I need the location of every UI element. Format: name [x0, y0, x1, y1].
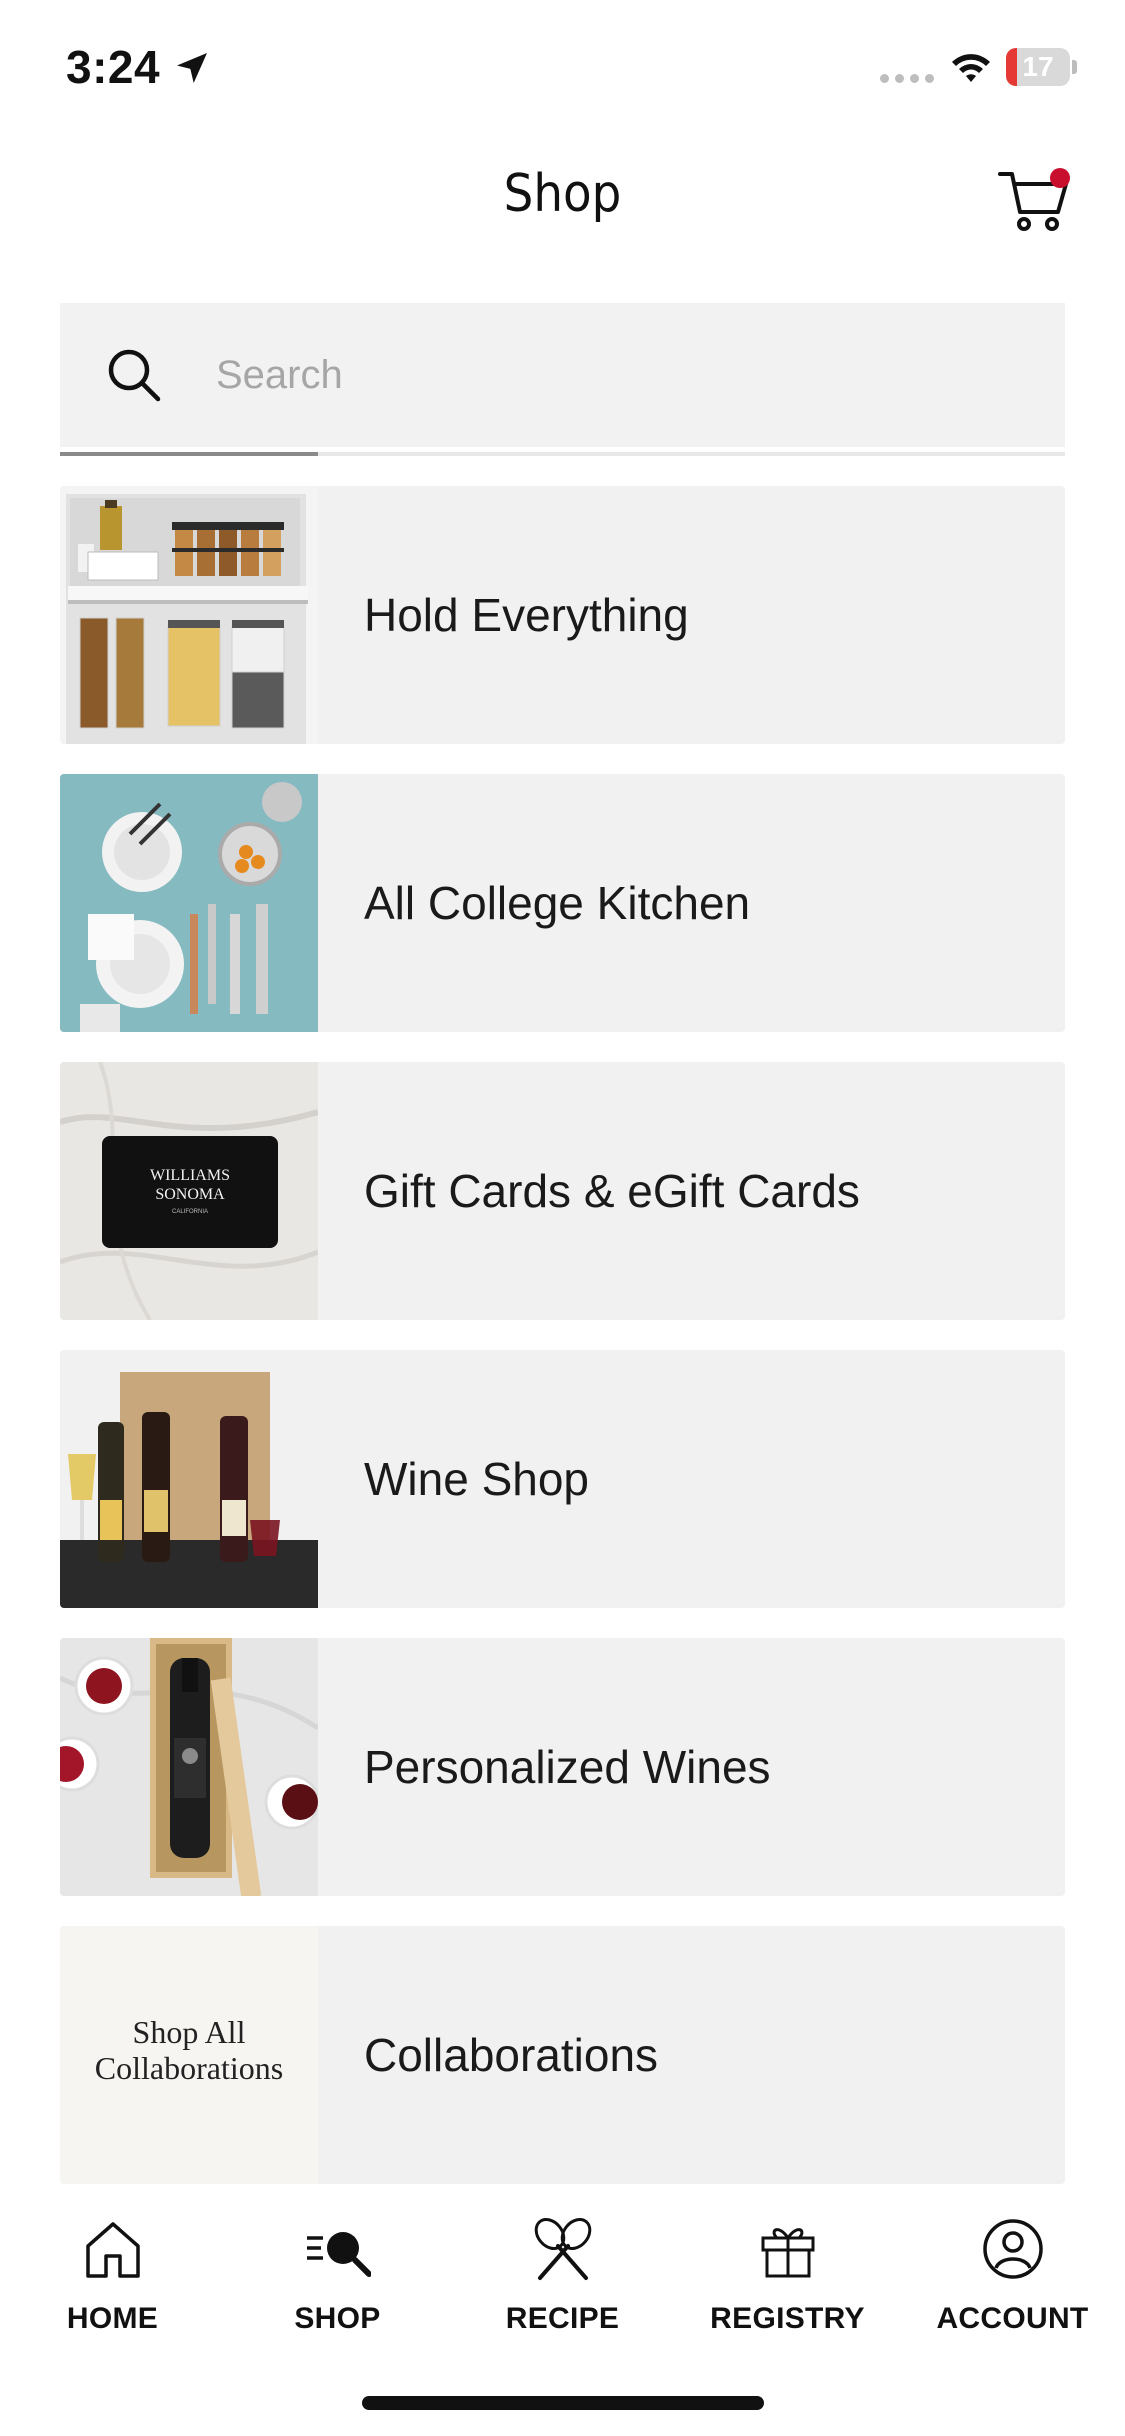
personalized-wine-image [60, 1638, 318, 1896]
shop-screen: 3:24 17 Shop Search Hold Everything All … [0, 0, 1125, 2436]
wine-bottles-image [60, 1350, 318, 1608]
location-arrow-icon [177, 53, 207, 83]
category-label: Hold Everything [364, 589, 689, 641]
tab-registry[interactable]: REGISTRY [675, 2210, 900, 2350]
category-item-wine-shop[interactable]: Wine Shop [60, 1350, 1065, 1608]
collaborations-image: Shop All Collaborations [60, 1926, 318, 2184]
nav-header: Shop [0, 140, 1125, 260]
collaborations-thumb-text: Shop All Collaborations [94, 2014, 284, 2086]
category-item-personalized-wines[interactable]: Personalized Wines [60, 1638, 1065, 1896]
category-label: Personalized Wines [364, 1741, 771, 1793]
tab-shop[interactable]: SHOP [225, 2210, 450, 2350]
home-indicator[interactable] [362, 2396, 764, 2410]
search-input[interactable] [216, 303, 1036, 447]
tab-account[interactable]: ACCOUNT [900, 2210, 1125, 2350]
cart-badge-dot [1050, 168, 1070, 188]
tab-label: HOME [66, 2302, 159, 2335]
card-text-california: CALIFORNIA [172, 1209, 208, 1215]
gift-icon [761, 2228, 815, 2278]
search-icon [108, 349, 161, 402]
dishes-utensils-image [60, 774, 318, 1032]
shop-search-icon [307, 2232, 371, 2277]
cellular-signal-icon [880, 74, 934, 83]
category-item-collaborations[interactable]: Shop All Collaborations Collaborations [60, 1926, 1065, 2184]
gift-card-image: WILLIAMS SONOMA CALIFORNIA [60, 1062, 318, 1320]
tab-recipe[interactable]: RECIPE [450, 2210, 675, 2350]
tab-label: REGISTRY [710, 2302, 865, 2335]
category-label: Gift Cards & eGift Cards [364, 1165, 860, 1217]
battery-icon: 17 [1006, 48, 1078, 86]
tab-label: SHOP [294, 2302, 381, 2335]
tab-home[interactable]: HOME [0, 2210, 225, 2350]
search-bar[interactable] [60, 303, 1065, 447]
pantry-shelves-image [60, 486, 318, 744]
card-text-williams: WILLIAMS [150, 1167, 230, 1184]
partial-item-edge [60, 452, 318, 456]
status-time: 3:24 [66, 41, 161, 93]
home-icon [86, 2222, 140, 2278]
category-label: All College Kitchen [364, 877, 751, 929]
status-bar: 3:24 17 [0, 0, 1125, 140]
cart-button[interactable] [996, 160, 1072, 236]
battery-level: 17 [1022, 51, 1054, 82]
card-text-sonoma: SONOMA [155, 1186, 225, 1203]
category-label: Wine Shop [364, 1453, 590, 1505]
wifi-icon [952, 54, 990, 82]
page-title: Shop [503, 164, 622, 224]
account-icon [983, 2219, 1043, 2279]
category-item-gift-cards[interactable]: WILLIAMS SONOMA CALIFORNIA Gift Cards & … [60, 1062, 1065, 1320]
whisk-icon [534, 2218, 592, 2280]
tab-label: ACCOUNT [936, 2302, 1089, 2335]
category-item-all-college-kitchen[interactable]: All College Kitchen [60, 774, 1065, 1032]
tab-label: RECIPE [505, 2302, 620, 2335]
category-label: Collaborations [364, 2029, 659, 2081]
category-item-hold-everything[interactable]: Hold Everything [60, 486, 1065, 744]
